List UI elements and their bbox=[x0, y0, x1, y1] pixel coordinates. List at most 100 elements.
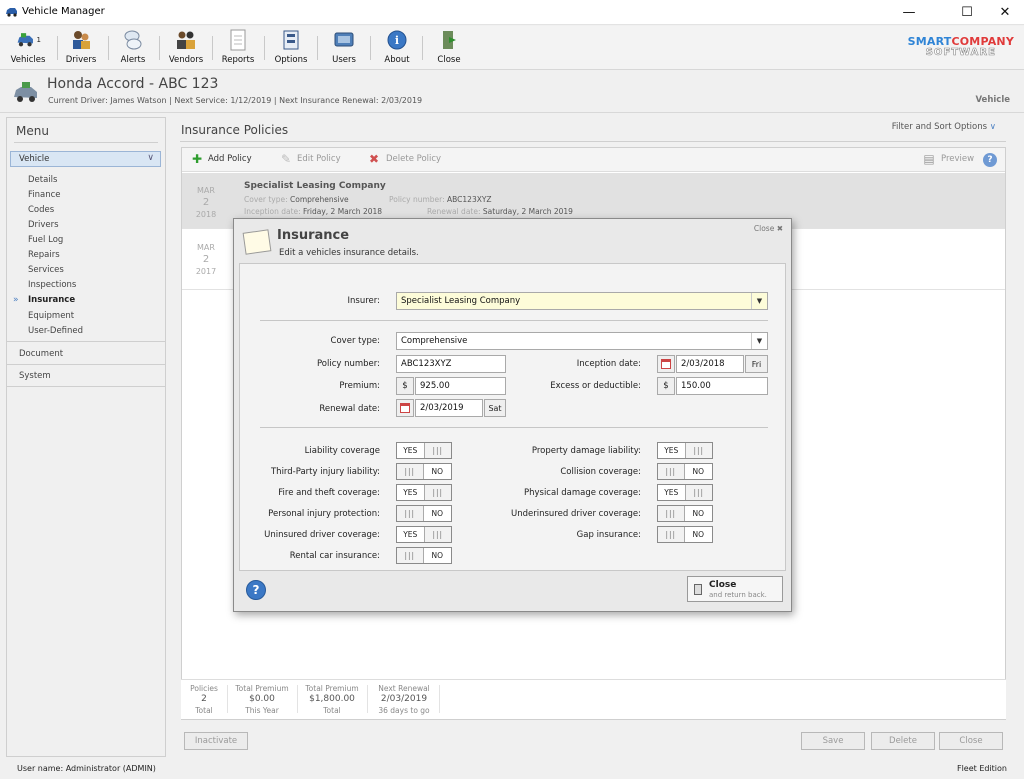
coverage-toggle[interactable]: ||| NO bbox=[396, 505, 452, 522]
calendar-icon[interactable] bbox=[657, 355, 675, 373]
toolbar-vendors-button[interactable]: Vendors bbox=[160, 28, 212, 68]
row-month: MAR bbox=[197, 186, 215, 195]
coverage-toggle[interactable]: YES ||| bbox=[396, 442, 452, 459]
coverage-toggle[interactable]: ||| NO bbox=[657, 526, 713, 543]
toolbar-reports-button[interactable]: Reports bbox=[212, 28, 264, 68]
toggle-grip: ||| bbox=[658, 464, 685, 479]
minimize-button[interactable]: — bbox=[886, 0, 932, 25]
toolbar-label: Vehicles bbox=[10, 55, 46, 65]
insurer-value: Specialist Leasing Company bbox=[401, 296, 521, 306]
vendors-icon bbox=[173, 28, 199, 52]
renewal-date-input[interactable]: 2/03/2019 bbox=[415, 399, 483, 417]
calendar-icon[interactable] bbox=[396, 399, 414, 417]
stat-separator bbox=[367, 685, 368, 713]
close-button[interactable]: Close bbox=[939, 732, 1003, 750]
close-window-button[interactable]: ✕ bbox=[982, 0, 1024, 25]
vehicle-group-selector[interactable]: Vehicle ∨ bbox=[10, 151, 161, 167]
toggle-grip: ||| bbox=[424, 443, 451, 458]
sidebar-item-user-defined[interactable]: User-Defined bbox=[28, 326, 83, 336]
sidebar-item-finance[interactable]: Finance bbox=[28, 190, 61, 200]
delete-button[interactable]: Delete bbox=[871, 732, 935, 750]
sidebar-item-services[interactable]: Services bbox=[28, 265, 64, 275]
inception-key: Inception date: bbox=[244, 207, 301, 216]
toolbar-about-button[interactable]: i About bbox=[371, 28, 423, 68]
edit-policy-button[interactable]: Edit Policy bbox=[297, 154, 341, 164]
excess-input[interactable]: 150.00 bbox=[676, 377, 768, 395]
inactivate-button[interactable]: Inactivate bbox=[184, 732, 248, 750]
toggle-state: YES bbox=[397, 485, 425, 500]
sidebar-item-inspections[interactable]: Inspections bbox=[28, 280, 76, 290]
toolbar-drivers-button[interactable]: Drivers bbox=[55, 28, 107, 68]
coverage-toggle[interactable]: YES ||| bbox=[657, 442, 713, 459]
row-company: Specialist Leasing Company bbox=[244, 181, 386, 191]
company-logo: SMARTCOMPANY SOFTWARE bbox=[908, 36, 1014, 58]
sidebar-item-fuel-log[interactable]: Fuel Log bbox=[28, 235, 63, 245]
stat-bottom: Total bbox=[323, 706, 341, 715]
dialog-subtitle: Edit a vehicles insurance details. bbox=[279, 248, 419, 258]
toolbar-label: Close bbox=[437, 55, 461, 65]
toolbar-users-button[interactable]: Users bbox=[318, 28, 370, 68]
toolbar-options-button[interactable]: Options bbox=[265, 28, 317, 68]
row-policy: Policy number: ABC123XYZ bbox=[389, 195, 492, 204]
status-user: User name: Administrator (ADMIN) bbox=[17, 764, 156, 773]
inception-date-input[interactable]: 2/03/2018 bbox=[676, 355, 744, 373]
toolbar-alerts-button[interactable]: Alerts bbox=[107, 28, 159, 68]
stat-value: $0.00 bbox=[249, 694, 275, 704]
toggle-grip: ||| bbox=[424, 485, 451, 500]
toggle-grip: ||| bbox=[397, 548, 424, 563]
add-icon: ✚ bbox=[191, 152, 203, 166]
insurer-select[interactable]: Specialist Leasing Company ▼ bbox=[396, 292, 768, 310]
sidebar-group-system[interactable]: System bbox=[19, 371, 51, 381]
active-item-arrow-icon: » bbox=[13, 295, 19, 305]
vehicle-header: Honda Accord - ABC 123 Current Driver: J… bbox=[0, 71, 1024, 113]
toggle-grip: ||| bbox=[658, 527, 685, 542]
sidebar-item-details[interactable]: Details bbox=[28, 175, 57, 185]
delete-policy-button[interactable]: Delete Policy bbox=[386, 154, 441, 164]
dialog-close-label: Close bbox=[753, 224, 775, 233]
coverage-toggle[interactable]: ||| NO bbox=[657, 463, 713, 480]
vehicle-title: Honda Accord - ABC 123 bbox=[47, 76, 219, 92]
premium-input[interactable]: 925.00 bbox=[415, 377, 506, 395]
sidebar-item-insurance[interactable]: Insurance bbox=[28, 295, 75, 305]
cover-type-select[interactable]: Comprehensive ▼ bbox=[396, 332, 768, 350]
coverage-toggle[interactable]: ||| NO bbox=[396, 463, 452, 480]
preview-button[interactable]: Preview bbox=[941, 154, 974, 164]
selected-group-label: Vehicle bbox=[19, 154, 50, 164]
currency-prefix: $ bbox=[396, 377, 414, 395]
sidebar-item-drivers[interactable]: Drivers bbox=[28, 220, 59, 230]
stat-value: 2 bbox=[201, 694, 207, 704]
alerts-icon bbox=[120, 28, 146, 52]
coverage-toggle[interactable]: YES ||| bbox=[657, 484, 713, 501]
dialog-close-link[interactable]: Close ✖ bbox=[754, 224, 783, 233]
filter-sort-toggle[interactable]: Filter and Sort Options ∨ bbox=[892, 122, 996, 132]
save-button[interactable]: Save bbox=[801, 732, 865, 750]
row-day: 2 bbox=[202, 197, 210, 208]
sidebar-item-repairs[interactable]: Repairs bbox=[28, 250, 60, 260]
vehicles-count-badge: 1 bbox=[36, 35, 41, 44]
coverage-toggle[interactable]: YES ||| bbox=[396, 484, 452, 501]
menu-divider bbox=[14, 142, 158, 143]
coverage-toggle[interactable]: ||| NO bbox=[657, 505, 713, 522]
policy-number-input[interactable]: ABC123XYZ bbox=[396, 355, 506, 373]
toggle-grip: ||| bbox=[424, 527, 451, 542]
title-bar: Vehicle Manager — ☐ ✕ bbox=[0, 0, 1024, 25]
toolbar-vehicles-button[interactable]: 1 Vehicles bbox=[2, 28, 54, 68]
coverage-toggle[interactable]: YES ||| bbox=[396, 526, 452, 543]
renewal-key: Renewal date: bbox=[427, 207, 481, 216]
toggle-state: NO bbox=[692, 509, 705, 518]
close-button-sub: and return back. bbox=[709, 591, 767, 599]
sidebar-group-document[interactable]: Document bbox=[19, 349, 63, 359]
help-icon[interactable]: ? bbox=[983, 153, 997, 167]
about-icon: i bbox=[384, 28, 410, 52]
toggle-state: NO bbox=[692, 530, 705, 539]
toolbar-close-button[interactable]: Close bbox=[423, 28, 475, 68]
sidebar-item-equipment[interactable]: Equipment bbox=[28, 311, 74, 321]
sidebar-item-codes[interactable]: Codes bbox=[28, 205, 54, 215]
dialog-close-button[interactable]: Close and return back. bbox=[687, 576, 783, 602]
insurance-dialog: Insurance Edit a vehicles insurance deta… bbox=[233, 218, 792, 612]
reports-icon bbox=[225, 28, 251, 52]
stat-top: Policies bbox=[190, 684, 218, 693]
add-policy-button[interactable]: Add Policy bbox=[208, 154, 252, 164]
coverage-toggle[interactable]: ||| NO bbox=[396, 547, 452, 564]
help-button[interactable]: ? bbox=[246, 580, 266, 600]
